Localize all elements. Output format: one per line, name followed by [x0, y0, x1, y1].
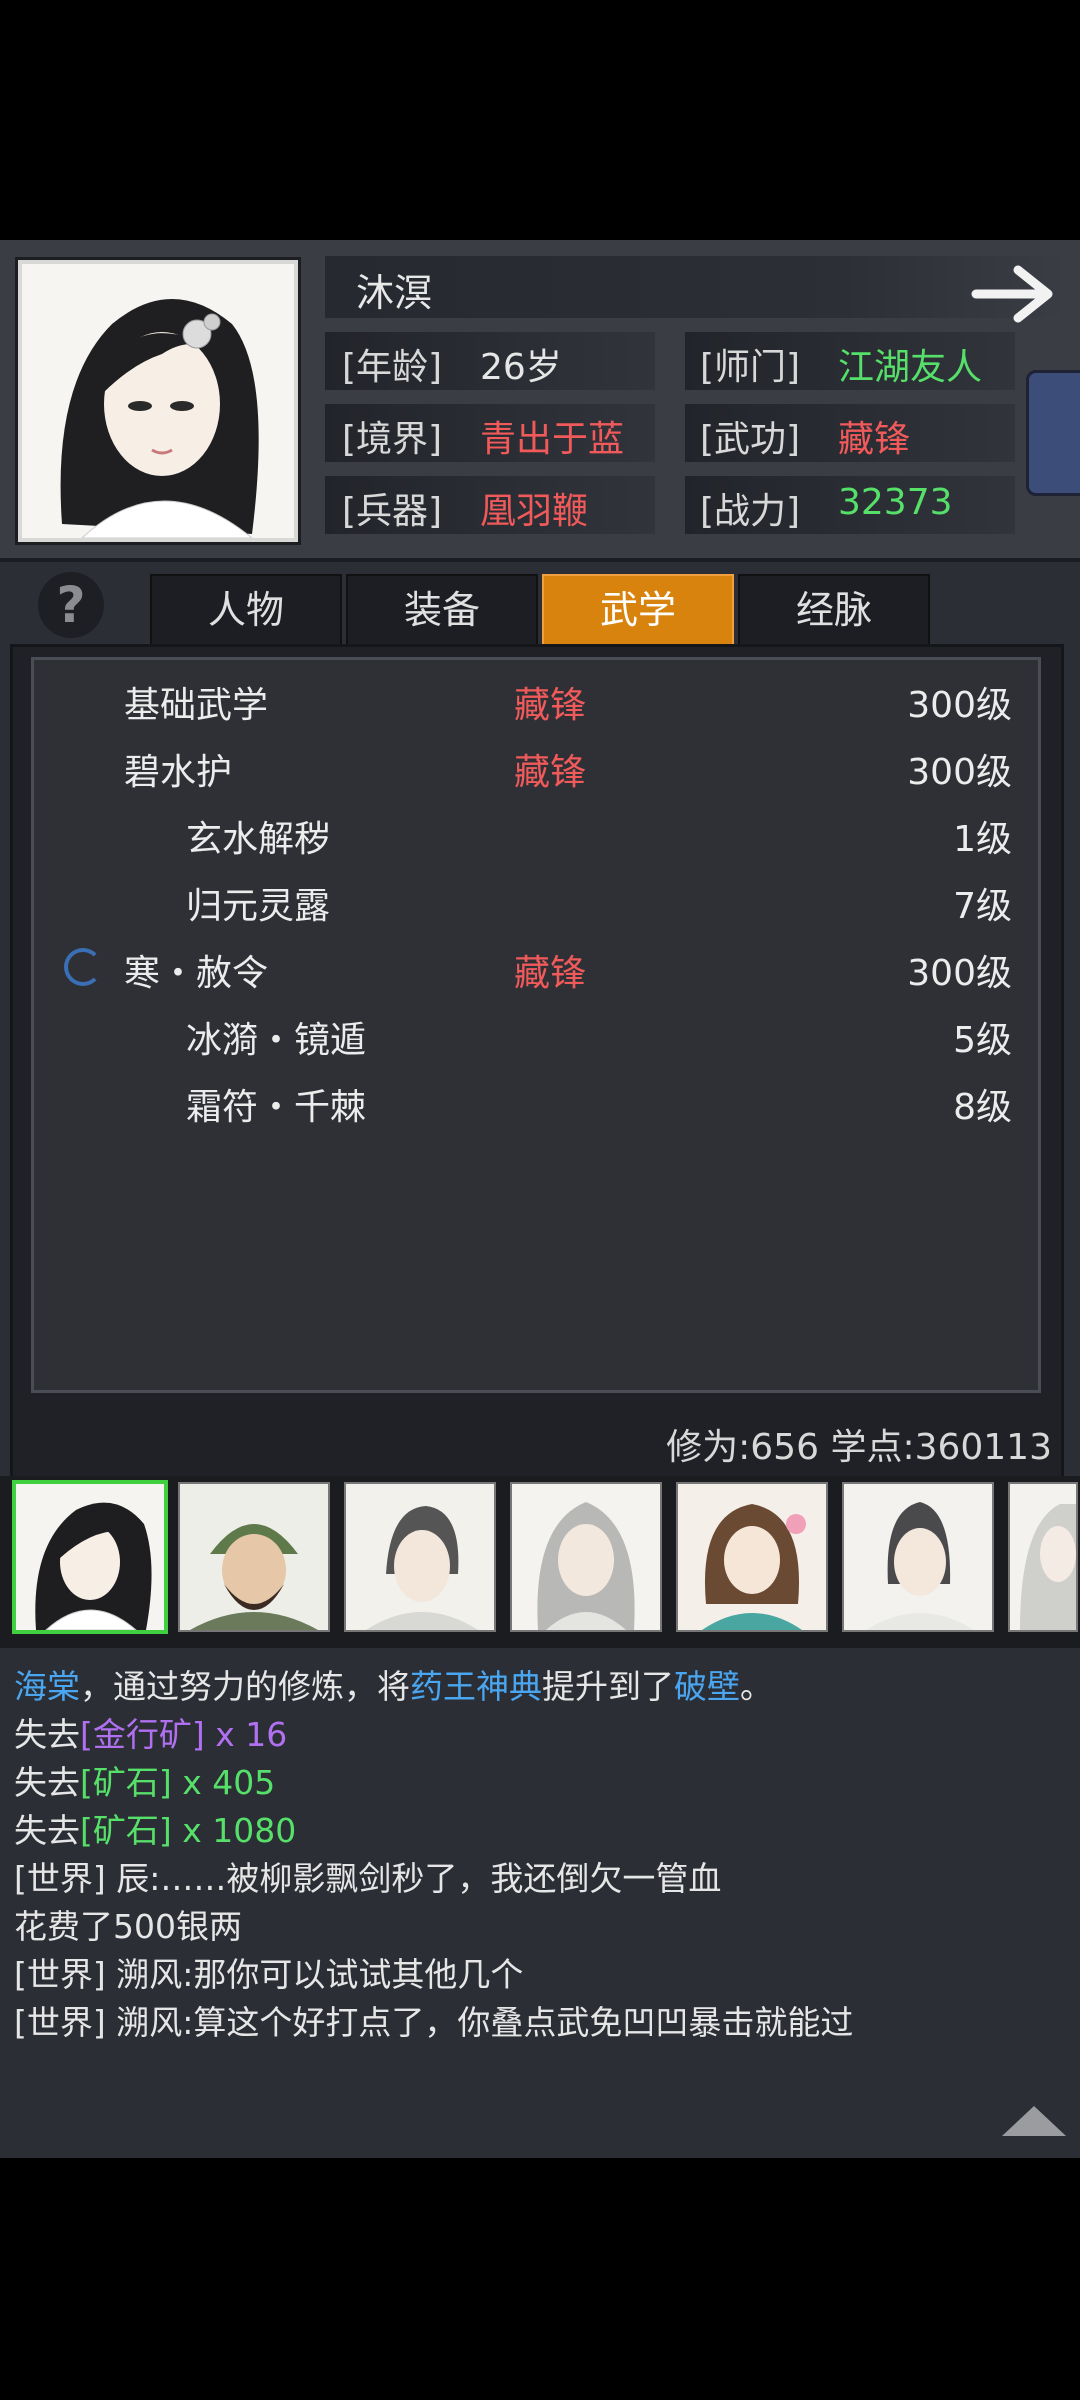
warrior-character-icon — [180, 1484, 328, 1630]
character-portrait-3[interactable] — [344, 1482, 496, 1632]
skill-row[interactable]: 霜符・千棘 8级 — [34, 1070, 1038, 1130]
skill-name: 归元灵露 — [186, 886, 331, 927]
skill-list: 基础武学 藏锋 300级 碧水护 藏锋 300级 玄水解秽 1级 归元灵露 7级… — [31, 657, 1041, 1393]
character-portrait-7[interactable] — [1008, 1482, 1078, 1632]
next-arrow-button[interactable] — [970, 258, 1062, 328]
skill-name: 寒・赦令 — [124, 953, 269, 994]
skill-name: 玄水解秽 — [186, 819, 331, 860]
skill-level: 300级 — [907, 685, 1012, 726]
tab-equipment[interactable]: 装备 — [346, 574, 538, 646]
chat-item-link[interactable]: [矿石] x 405 — [80, 1763, 275, 1802]
book-icon[interactable] — [1026, 370, 1080, 496]
character-header: 沐溟 [年龄] 26岁 [师门] 江湖友人 [境界] 青出于蓝 [武功] 藏锋 … — [0, 240, 1080, 562]
skill-name: 霜符・千棘 — [186, 1087, 367, 1128]
chat-text: 提升到了 — [542, 1667, 674, 1706]
help-icon[interactable]: ? — [38, 572, 104, 638]
maiden-character-icon — [678, 1484, 826, 1630]
partial-character-icon — [1010, 1484, 1076, 1630]
skill-level: 8级 — [953, 1087, 1012, 1128]
chat-line: 海棠，通过努力的修炼，将药王神典提升到了破壁。 — [14, 1660, 773, 1708]
chat-text: 失去 — [14, 1763, 80, 1802]
chat-level-link[interactable]: 破壁 — [674, 1667, 740, 1706]
character-portrait-5[interactable] — [676, 1482, 828, 1632]
character-name: 沐溟 — [356, 271, 433, 315]
realm-value: 青出于蓝 — [480, 419, 625, 460]
martial-value: 藏锋 — [838, 419, 911, 460]
chat-player-name[interactable]: 海棠 — [14, 1667, 80, 1706]
power-value: 32373 — [838, 482, 953, 523]
skill-row[interactable]: 冰漪・镜遁 5级 — [34, 1003, 1038, 1063]
skill-style: 藏锋 — [514, 953, 587, 994]
skill-style: 藏锋 — [514, 685, 587, 726]
character-portrait-6[interactable] — [842, 1482, 994, 1632]
skill-level: 300级 — [907, 953, 1012, 994]
game-screen: 沐溟 [年龄] 26岁 [师门] 江湖友人 [境界] 青出于蓝 [武功] 藏锋 … — [0, 240, 1080, 2158]
sect-label: [师门] — [700, 347, 801, 388]
skill-row[interactable]: 寒・赦令 藏锋 300级 — [34, 936, 1038, 996]
chat-skill-link[interactable]: 药王神典 — [410, 1667, 542, 1706]
age-value: 26岁 — [480, 347, 562, 388]
chat-line: 失去[金行矿] x 16 — [14, 1708, 287, 1756]
character-portrait — [18, 260, 298, 542]
chat-item-link[interactable]: [矿石] x 1080 — [80, 1811, 296, 1850]
chat-line: 失去[矿石] x 1080 — [14, 1804, 296, 1852]
swordsman-character-icon — [346, 1484, 494, 1630]
chat-line: 失去[矿石] x 405 — [14, 1756, 275, 1804]
chat-line: [世界] 辰:……被柳影飘剑秒了，我还倒欠一管血 — [14, 1859, 722, 1898]
name-banner — [325, 256, 1065, 318]
tab-martial-arts[interactable]: 武学 — [542, 574, 734, 646]
chat-line: [世界] 溯风:算这个好打点了，你叠点武免凹凹暴击就能过 — [14, 2003, 854, 2042]
xiuwei-value: 修为:656 — [666, 1427, 819, 1468]
weapon-label: [兵器] — [342, 491, 443, 532]
character-portrait-1[interactable] — [12, 1480, 168, 1634]
xuedian-value: 学点:360113 — [830, 1427, 1052, 1468]
skill-level: 300级 — [907, 752, 1012, 793]
elder-character-icon — [512, 1484, 660, 1630]
skill-style: 藏锋 — [514, 752, 587, 793]
skill-level: 7级 — [953, 886, 1012, 927]
chat-line: [世界] 溯风:那你可以试试其他几个 — [14, 1955, 524, 1994]
skill-level: 1级 — [953, 819, 1012, 860]
character-portrait-4[interactable] — [510, 1482, 662, 1632]
skill-row[interactable]: 基础武学 藏锋 300级 — [34, 668, 1038, 728]
portrait-avatar-icon — [22, 264, 294, 538]
weapon-value: 凰羽鞭 — [480, 491, 589, 532]
martial-label: [武功] — [700, 419, 801, 460]
skill-row[interactable]: 碧水护 藏锋 300级 — [34, 735, 1038, 795]
tab-character[interactable]: 人物 — [150, 574, 342, 646]
realm-label: [境界] — [342, 419, 443, 460]
chat-text: ，通过努力的修炼，将 — [80, 1667, 410, 1706]
loading-spinner-icon — [64, 948, 102, 986]
chat-log: 海棠，通过努力的修炼，将药王神典提升到了破壁。 失去[金行矿] x 16 失去[… — [0, 1652, 1080, 2152]
skill-row[interactable]: 玄水解秽 1级 — [34, 802, 1038, 862]
chat-item-link[interactable]: [金行矿] x 16 — [80, 1715, 287, 1754]
character-portrait-2[interactable] — [178, 1482, 330, 1632]
skill-level: 5级 — [953, 1020, 1012, 1061]
skill-name: 冰漪・镜遁 — [186, 1020, 367, 1061]
power-label: [战力] — [700, 491, 801, 532]
tab-meridians[interactable]: 经脉 — [738, 574, 930, 646]
scholar-character-icon — [844, 1484, 992, 1630]
skill-name: 基础武学 — [124, 685, 269, 726]
cultivation-stats: 修为:656 学点:360113 — [666, 1418, 1052, 1470]
character-strip — [0, 1476, 1080, 1648]
skill-row[interactable]: 归元灵露 7级 — [34, 869, 1038, 929]
chat-line: 花费了500银两 — [14, 1907, 242, 1946]
female-character-icon — [16, 1484, 164, 1630]
skill-name: 碧水护 — [124, 752, 233, 793]
chat-text: 失去 — [14, 1811, 80, 1850]
age-label: [年龄] — [342, 347, 443, 388]
expand-chat-up-icon[interactable] — [1002, 2106, 1066, 2136]
right-arrow-icon — [971, 265, 1053, 323]
chat-text: 失去 — [14, 1715, 80, 1754]
sect-value: 江湖友人 — [838, 347, 983, 388]
chat-text: 。 — [740, 1667, 773, 1706]
